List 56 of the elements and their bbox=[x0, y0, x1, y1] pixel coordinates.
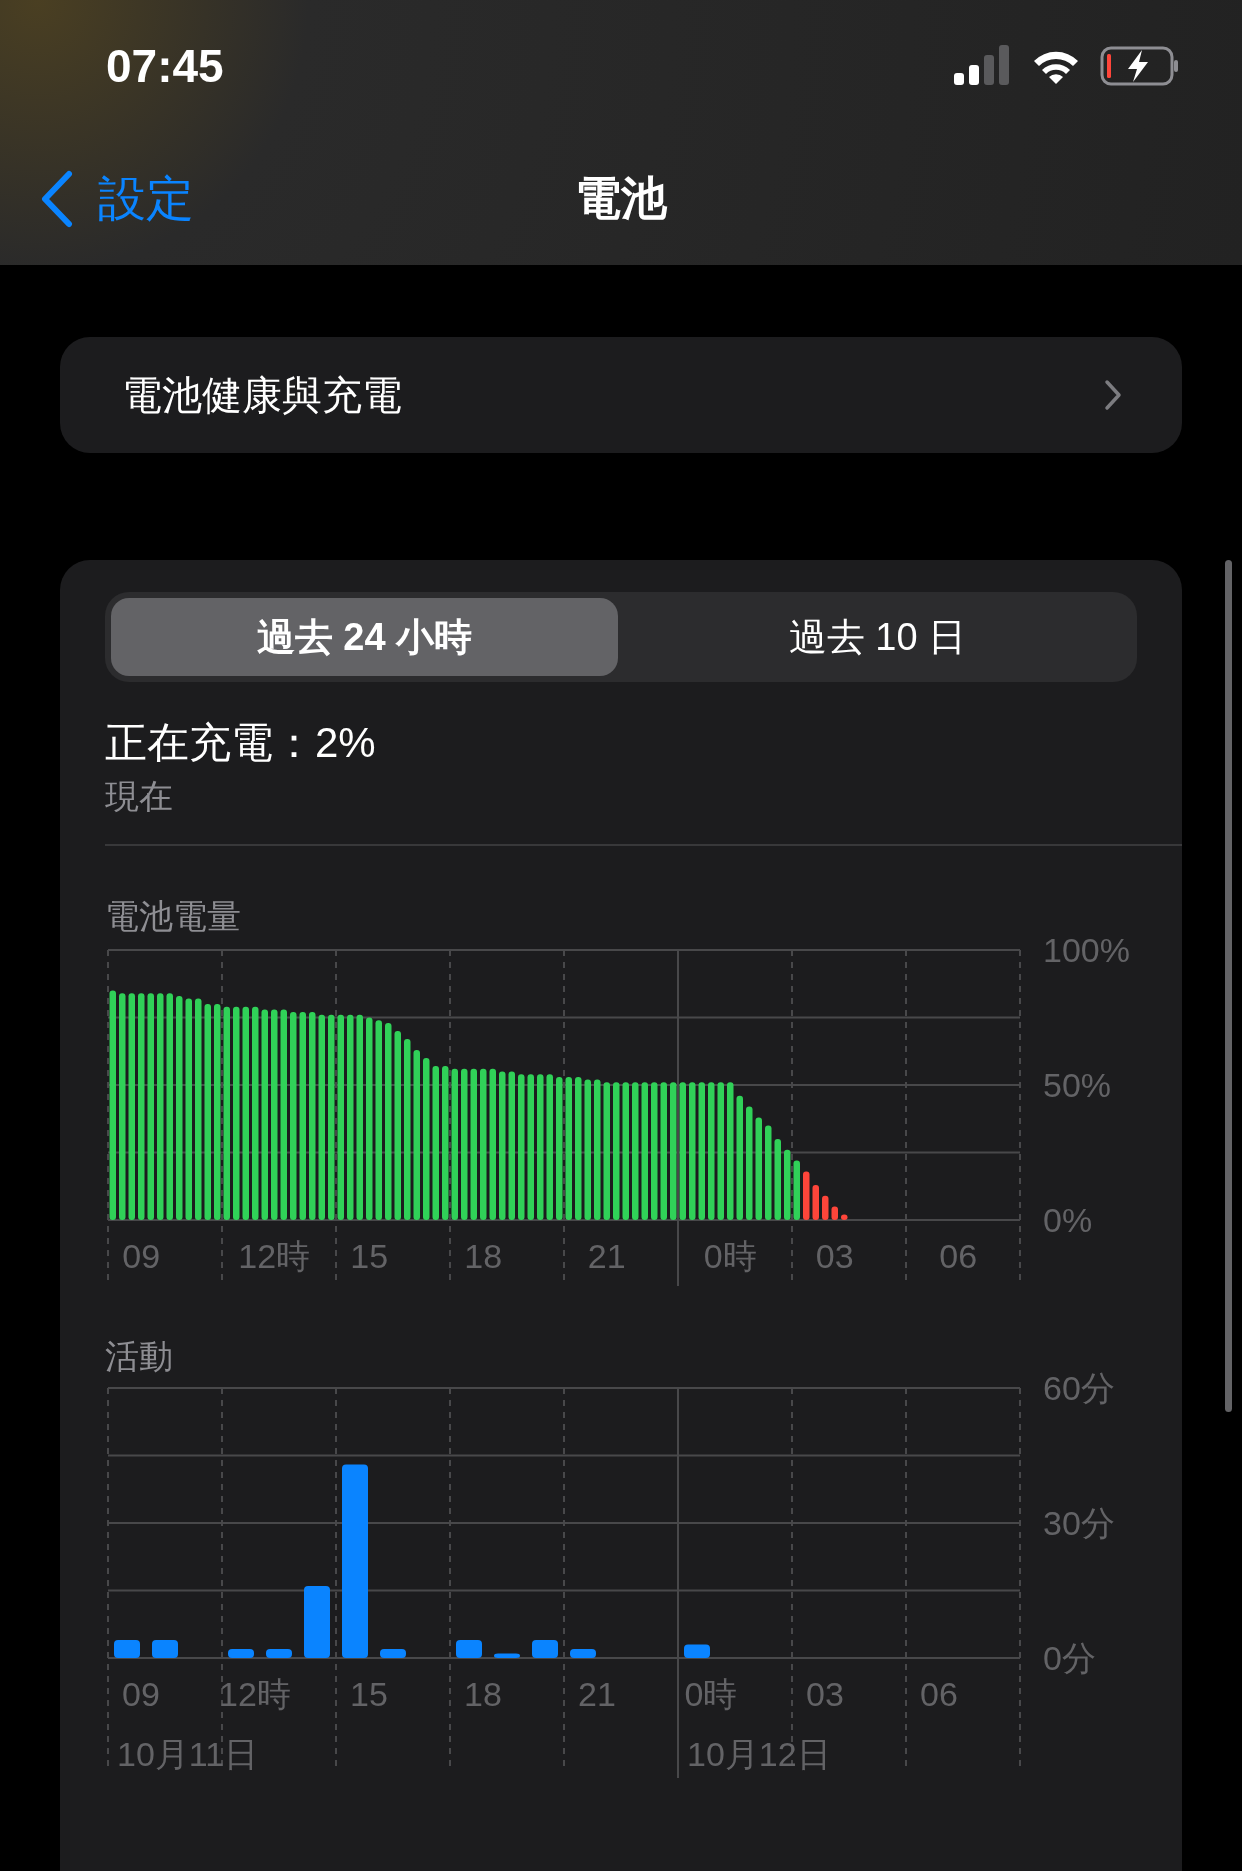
axis-label: 100% bbox=[1043, 931, 1130, 969]
axis-label: 06 bbox=[920, 1675, 958, 1713]
chart-bar bbox=[152, 1640, 178, 1658]
axis-label: 0時 bbox=[684, 1675, 738, 1713]
chart-bar bbox=[684, 1644, 710, 1658]
chart-title: 活動 bbox=[105, 1338, 174, 1374]
chart-bar bbox=[570, 1649, 596, 1658]
back-button[interactable]: 設定 bbox=[0, 162, 194, 235]
axis-label: 50% bbox=[1043, 1066, 1112, 1104]
status-time-label: 現在 bbox=[105, 776, 174, 817]
axis-label: 15 bbox=[350, 1675, 388, 1713]
chart-bar bbox=[532, 1640, 558, 1658]
health-row[interactable]: 電池健康與充電 bbox=[60, 337, 1182, 453]
chart-bar bbox=[228, 1649, 254, 1658]
chart-bar bbox=[114, 1640, 140, 1658]
battery-charging-icon bbox=[1100, 46, 1180, 86]
chart-bar bbox=[266, 1649, 292, 1658]
axis-label: 09 bbox=[122, 1675, 160, 1713]
chart-bar bbox=[380, 1649, 406, 1658]
axis-label: 12時 bbox=[238, 1237, 311, 1275]
chevron-right-icon bbox=[1104, 379, 1122, 411]
axis-label: 06 bbox=[939, 1237, 978, 1275]
axis-label: 0分 bbox=[1043, 1639, 1096, 1677]
chart-bar bbox=[812, 1184, 819, 1220]
axis-label: 0% bbox=[1043, 1201, 1093, 1239]
chart-bar bbox=[803, 1171, 810, 1220]
chart-bar bbox=[831, 1206, 838, 1220]
axis-label: 03 bbox=[806, 1675, 844, 1713]
axis-label: 0時 bbox=[703, 1237, 757, 1275]
axis-label: 60分 bbox=[1043, 1369, 1115, 1407]
chart-bar bbox=[494, 1653, 520, 1658]
segment-tab[interactable]: 過去 10 日 bbox=[624, 598, 1131, 676]
chart-bar bbox=[841, 1214, 848, 1220]
axis-label: 18 bbox=[464, 1675, 502, 1713]
axis-label: 15 bbox=[350, 1237, 389, 1275]
signal-icon bbox=[954, 45, 1010, 87]
axis-label: 18 bbox=[464, 1237, 503, 1275]
axis-label: 09 bbox=[122, 1237, 161, 1275]
chart-title: 電池電量 bbox=[105, 898, 242, 934]
chart-bar bbox=[793, 1160, 800, 1220]
nav-title: 電池 bbox=[575, 171, 667, 226]
axis-label: 03 bbox=[815, 1237, 854, 1275]
axis-label: 21 bbox=[578, 1675, 616, 1713]
charging-status: 正在充電：2% bbox=[105, 718, 377, 768]
date-label: 10月12日 bbox=[687, 1735, 831, 1773]
back-chevron-icon bbox=[40, 169, 74, 228]
chart-bar bbox=[784, 1149, 791, 1220]
date-label: 10月11日 bbox=[117, 1735, 259, 1773]
segment-tab[interactable]: 過去 24 小時 bbox=[111, 598, 618, 676]
chart-bar bbox=[822, 1195, 829, 1220]
axis-label: 30分 bbox=[1043, 1504, 1115, 1542]
chart-bar bbox=[456, 1640, 482, 1658]
status-time: 07:45 bbox=[106, 38, 224, 94]
axis-label: 21 bbox=[587, 1237, 626, 1275]
axis-label: 12時 bbox=[219, 1675, 291, 1713]
chart-bar bbox=[304, 1586, 330, 1658]
